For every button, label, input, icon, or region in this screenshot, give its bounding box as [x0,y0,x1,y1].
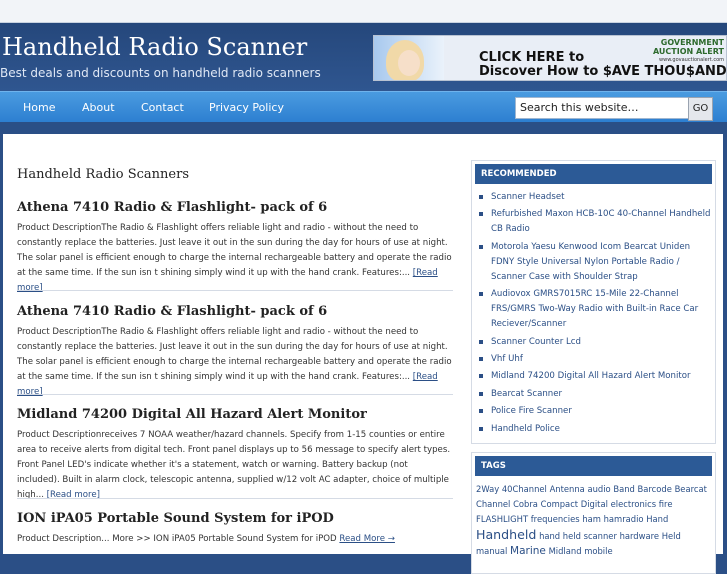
read-more-link[interactable]: Read More → [339,534,395,544]
post-title[interactable]: ION iPA05 Portable Sound System for iPOD [17,511,453,526]
tag-link[interactable]: frequencies [531,514,580,524]
tag-link[interactable]: Handheld [476,527,536,542]
tag-link[interactable]: Channel [476,499,510,509]
nav-home[interactable]: Home [23,92,55,123]
tag-link[interactable]: Band [613,484,635,494]
ad-headline-1: CLICK HERE to [479,50,585,65]
ad-logo: GOVERNMENT AUCTION ALERT www.govauctiona… [592,38,724,63]
tag-link[interactable]: audio [587,484,610,494]
post-divider [17,498,453,499]
post-divider [17,394,453,395]
ad-banner[interactable]: GOVERNMENT AUCTION ALERT www.govauctiona… [373,35,727,81]
tag-link[interactable]: Digital [581,499,608,509]
tag-link[interactable]: Hand [646,514,668,524]
tag-link[interactable]: hamradio [604,514,644,524]
tag-link[interactable]: Bearcat [675,484,707,494]
post-4: ION iPA05 Portable Sound System for iPOD… [17,511,453,547]
tag-link[interactable]: ham [582,514,601,524]
post-3: Midland 74200 Digital All Hazard Alert M… [17,407,453,503]
content-area: Handheld Radio Scanners Athena 7410 Radi… [3,134,723,574]
post-excerpt: Product Descriptionreceives 7 NOAA weath… [17,430,451,500]
post-title[interactable]: Athena 7410 Radio & Flashlight- pack of … [17,200,453,215]
tag-link[interactable]: 40Channel [502,484,547,494]
tag-link[interactable]: electronics [611,499,657,509]
tag-cloud: 2Way 40Channel Antenna audio Band Barcod… [472,479,715,562]
post-2: Athena 7410 Radio & Flashlight- pack of … [17,304,453,400]
ad-logo-line1: GOVERNMENT [660,38,724,47]
recommended-item[interactable]: Scanner Headset [472,190,715,205]
tag-link[interactable]: Held [662,531,681,541]
tag-link[interactable]: 2Way [476,484,499,494]
tag-link[interactable]: hardware [620,531,659,541]
top-band [0,0,727,23]
tag-link[interactable]: Compact [541,499,578,509]
post-title[interactable]: Athena 7410 Radio & Flashlight- pack of … [17,304,453,319]
tag-link[interactable]: hand held [539,531,581,541]
tag-link[interactable]: Antenna [550,484,585,494]
tag-link[interactable]: Marine [510,545,546,557]
ad-logo-line2: AUCTION ALERT [652,47,724,56]
tag-link[interactable]: Cobra [513,499,538,509]
tag-link[interactable]: Barcode [638,484,672,494]
tags-heading: TAGS [475,456,712,476]
recommended-item[interactable]: Bearcat Scanner [472,387,715,402]
post-title[interactable]: Midland 74200 Digital All Hazard Alert M… [17,407,453,422]
recommended-heading: RECOMMENDED [475,164,712,184]
recommended-item[interactable]: Police Fire Scanner [472,404,715,419]
site-title[interactable]: Handheld Radio Scanner [2,33,307,61]
ad-model-image [374,36,444,80]
recommended-item[interactable]: Midland 74200 Digital All Hazard Alert M… [472,369,715,384]
search-input[interactable]: Search this website… [515,97,691,119]
recommended-item[interactable]: Scanner Counter Lcd [472,335,715,350]
tag-link[interactable]: scanner [584,531,617,541]
nav-contact[interactable]: Contact [141,92,184,123]
tags-widget: TAGS 2Way 40Channel Antenna audio Band B… [471,452,716,574]
nav-privacy-policy[interactable]: Privacy Policy [209,92,284,123]
ad-headline-2: Discover How to $AVE THOU$AND$! [479,64,727,79]
nav-about[interactable]: About [82,92,115,123]
tag-link[interactable]: fire [659,499,673,509]
recommended-widget: RECOMMENDED Scanner Headset Refurbished M… [471,160,716,444]
post-divider [17,290,453,291]
main-navbar: Home About Contact Privacy Policy Search… [0,91,727,123]
tag-link[interactable]: Midland [549,546,582,556]
search-button[interactable]: GO [688,97,713,121]
recommended-item[interactable]: Audiovox GMRS7015RC 15-Mile 22-Channel F… [472,287,715,332]
recommended-list: Scanner Headset Refurbished Maxon HCB-10C… [472,190,715,437]
post-1: Athena 7410 Radio & Flashlight- pack of … [17,200,453,296]
tag-link[interactable]: mobile [584,546,612,556]
tag-link[interactable]: FLASHLIGHT [476,514,528,524]
post-excerpt: Product DescriptionThe Radio & Flashligh… [17,327,452,397]
section-title: Handheld Radio Scanners [17,167,189,182]
recommended-item[interactable]: Handheld Police [472,422,715,437]
header-bottom-band [0,122,727,134]
recommended-item[interactable]: Refurbished Maxon HCB-10C 40-Channel Han… [472,207,715,237]
recommended-item[interactable]: Motorola Yaesu Kenwood Icom Bearcat Unid… [472,240,715,285]
post-excerpt: Product DescriptionThe Radio & Flashligh… [17,223,452,293]
site-tagline: Best deals and discounts on handheld rad… [0,66,321,80]
tag-link[interactable]: manual [476,546,507,556]
recommended-item[interactable]: Vhf Uhf [472,352,715,367]
site-header: Handheld Radio Scanner Best deals and di… [0,23,727,91]
